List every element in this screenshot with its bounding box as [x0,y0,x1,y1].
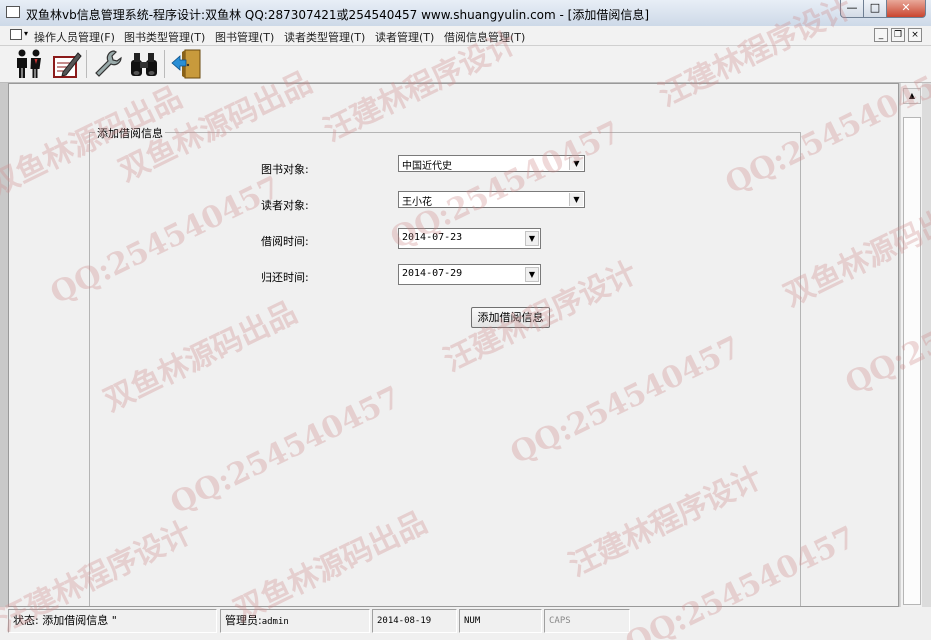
status-state: 状态: 添加借阅信息 " [8,609,217,633]
child-window-icon[interactable] [10,29,22,40]
borrow-date-picker[interactable]: 2014-07-23 ▼ [398,228,541,249]
borrow-time-label: 借阅时间: [261,235,309,248]
toolbar-separator [164,50,165,78]
close-button[interactable]: ✕ [886,0,926,18]
chevron-down-icon[interactable]: ▼ [569,193,583,206]
status-num: NUM [459,609,542,633]
chevron-down-icon[interactable]: ▼ [525,231,539,246]
status-caps: CAPS [544,609,630,633]
menu-borrow-management[interactable]: 借阅信息管理(T) [444,29,525,45]
minimize-button[interactable]: — [840,0,864,18]
child-restore-button[interactable]: ❐ [891,28,905,42]
reader-select[interactable]: 王小花 ▼ [398,191,585,208]
reader-label: 读者对象: [261,199,309,212]
menu-bar: ▾ 操作人员管理(F) 图书类型管理(T) 图书管理(T) 读者类型管理(T) … [0,26,931,46]
child-window-menu-arrow-icon[interactable]: ▾ [24,29,28,38]
wrench-icon[interactable] [92,48,124,80]
return-date-picker[interactable]: 2014-07-29 ▼ [398,264,541,285]
scroll-thumb[interactable] [903,117,921,605]
frame-title: 添加借阅信息 [95,125,165,141]
chevron-down-icon[interactable]: ▼ [569,157,583,170]
window-title: 双鱼林vb信息管理系统-程序设计:双鱼林 QQ:287307421或254540… [26,8,650,22]
title-bar: 双鱼林vb信息管理系统-程序设计:双鱼林 QQ:287307421或254540… [0,0,931,27]
menu-operator-management[interactable]: 操作人员管理(F) [34,29,115,45]
vertical-scrollbar[interactable]: ▲ [900,83,922,607]
return-date-value: 2014-07-29 [402,268,463,279]
admin-name: admin [261,617,289,627]
status-date: 2014-08-19 [372,609,457,633]
book-label: 图书对象: [261,163,309,176]
window-border [922,83,931,607]
menu-book-type-management[interactable]: 图书类型管理(T) [124,29,205,45]
status-bar: 状态: 添加借阅信息 " 管理员:admin 2014-08-19 NUM CA… [0,607,931,640]
reader-select-value: 王小花 [402,197,432,208]
add-borrow-button[interactable]: 添加借阅信息 [471,307,550,328]
child-minimize-button[interactable]: _ [874,28,888,42]
return-time-label: 归还时间: [261,271,309,284]
book-select[interactable]: 中国近代史 ▼ [398,155,585,172]
menu-reader-type-management[interactable]: 读者类型管理(T) [284,29,365,45]
mdi-child-form: 添加借阅信息 图书对象: 中国近代史 ▼ 读者对象: 王小花 ▼ 借阅时间: 2… [8,83,899,607]
admin-label: 管理员: [225,614,262,627]
maximize-button[interactable]: □ [863,0,887,18]
toolbar-separator [86,50,87,78]
people-icon[interactable] [14,48,46,80]
book-select-value: 中国近代史 [402,161,452,172]
toolbar [0,46,931,83]
scroll-up-icon[interactable]: ▲ [903,88,921,104]
menu-book-management[interactable]: 图书管理(T) [215,29,274,45]
edit-notebook-icon[interactable] [51,48,83,80]
status-admin: 管理员:admin [220,609,370,633]
app-icon[interactable] [6,6,20,18]
borrow-date-value: 2014-07-23 [402,232,463,243]
menu-reader-management[interactable]: 读者管理(T) [375,29,434,45]
chevron-down-icon[interactable]: ▼ [525,267,539,282]
exit-door-icon[interactable] [171,48,203,80]
binoculars-icon[interactable] [128,48,160,80]
child-close-button[interactable]: × [908,28,922,42]
